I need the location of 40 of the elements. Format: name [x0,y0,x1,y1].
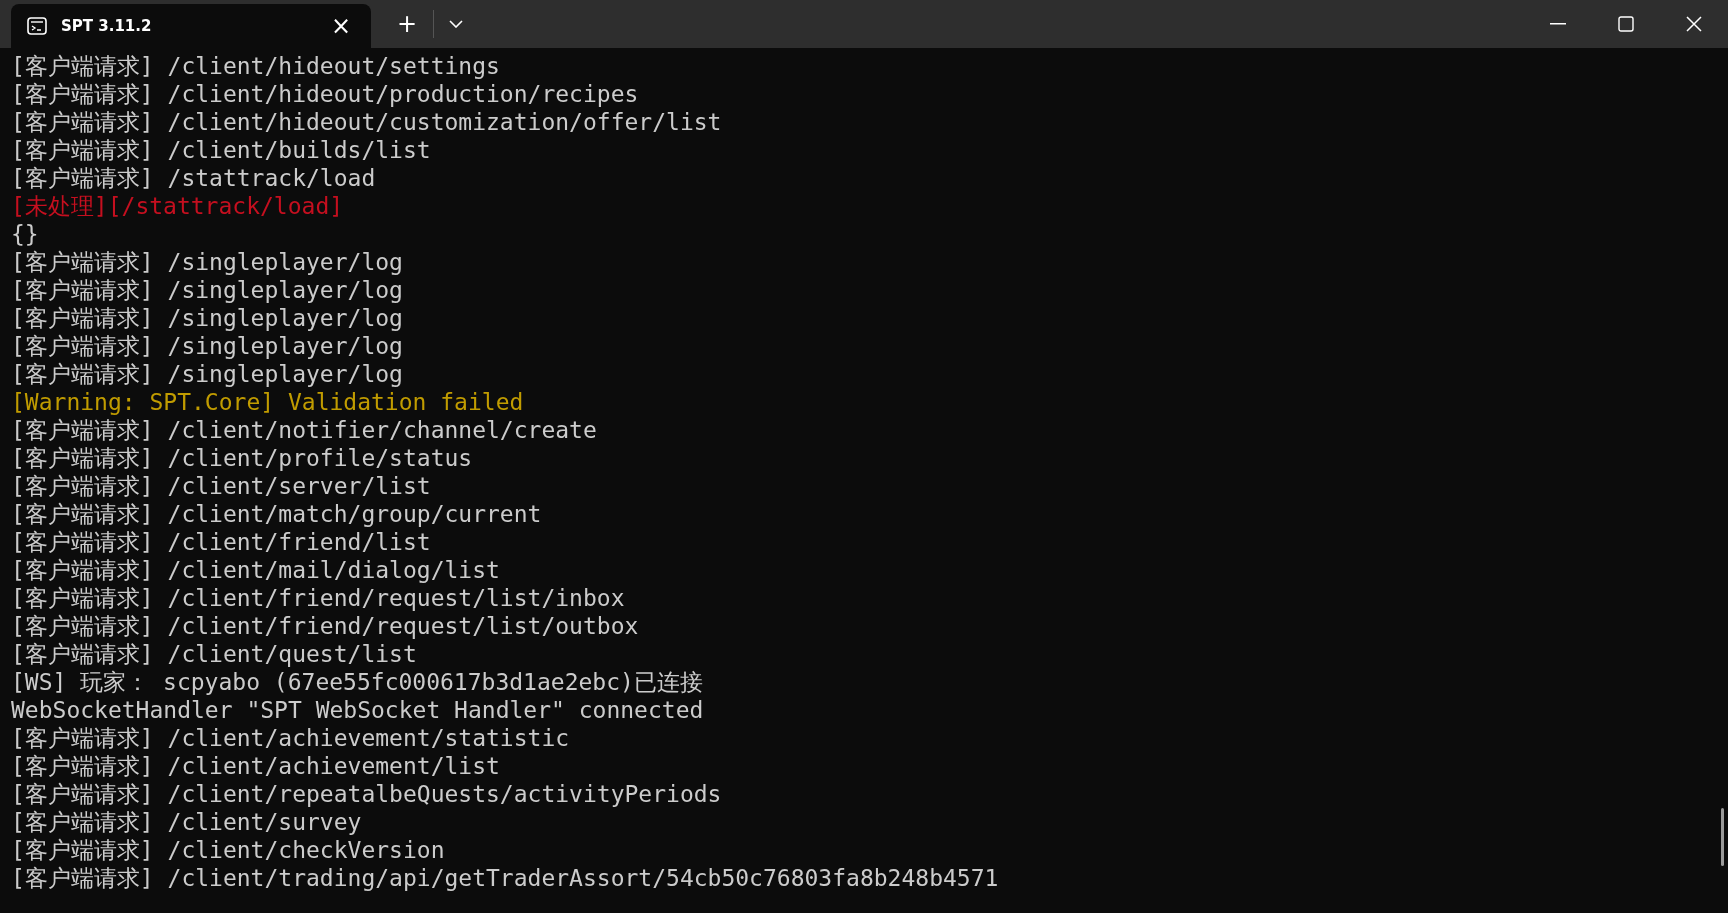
log-line: [客户端请求] /client/mail/dialog/list [11,556,501,584]
log-line: [客户端请求] /client/friend/request/list/inbox [11,584,626,612]
log-line: [客户端请求] /client/survey [11,808,363,836]
log-line: [客户端请求] /singleplayer/log [11,332,404,360]
log-line: {} [11,220,40,248]
log-line: [客户端请求] /client/friend/request/list/outbox [11,612,640,640]
minimize-icon [1550,23,1566,25]
log-line: [客户端请求] /client/checkVersion [11,836,446,864]
log-line: [未处理][/stattrack/load] [11,192,345,220]
log-line: [客户端请求] /client/builds/list [11,136,432,164]
log-line: [客户端请求] /stattrack/load [11,164,377,192]
log-line: [客户端请求] /singleplayer/log [11,360,404,388]
log-line: [客户端请求] /client/achievement/statistic [11,724,571,752]
log-line: [客户端请求] /client/match/group/current [11,500,543,528]
chevron-down-icon [449,20,463,28]
tab-title: SPT 3.11.2 [61,17,153,35]
log-line: [Warning: SPT.Core] Validation failed [11,388,525,416]
log-line: [WS] 玩家： scpyabo (67ee55fc000617b3d1ae2ebc)已连接 [11,668,704,696]
log-line: [客户端请求] /singleplayer/log [11,304,404,332]
new-tab-button[interactable]: + [387,4,427,44]
log-line: [客户端请求] /client/notifier/channel/create [11,416,598,444]
log-line: [客户端请求] /client/profile/status [11,444,474,472]
log-line: [客户端请求] /singleplayer/log [11,276,404,304]
log-line: [客户端请求] /client/hideout/settings [11,52,501,80]
log-line: [客户端请求] /client/server/list [11,472,432,500]
log-line: [客户端请求] /client/hideout/customization/offer/list [11,108,723,136]
log-line: [客户端请求] /client/repeatalbeQuests/activityPeriods [11,780,723,808]
log-line: [客户端请求] /singleplayer/log [11,248,404,276]
close-icon [1686,16,1702,32]
log-line: [客户端请求] /client/trading/api/getTraderAssort/54cb50c76803fa8b248b4571 [11,864,1000,892]
log-line: [客户端请求] /client/friend/list [11,528,432,556]
maximize-icon [1618,16,1634,32]
scrollbar-thumb[interactable] [1721,808,1724,866]
log-line: WebSocketHandler "SPT WebSocket Handler" connected [11,696,705,724]
log-line: [客户端请求] /client/achievement/list [11,752,501,780]
terminal-tab[interactable]: SPT 3.11.2 × [11,4,371,48]
terminal-icon [27,17,47,35]
log-line: [客户端请求] /client/hideout/production/recipes [11,80,640,108]
tab-close-button[interactable]: × [324,14,357,38]
log-line: [客户端请求] /client/quest/list [11,640,418,668]
